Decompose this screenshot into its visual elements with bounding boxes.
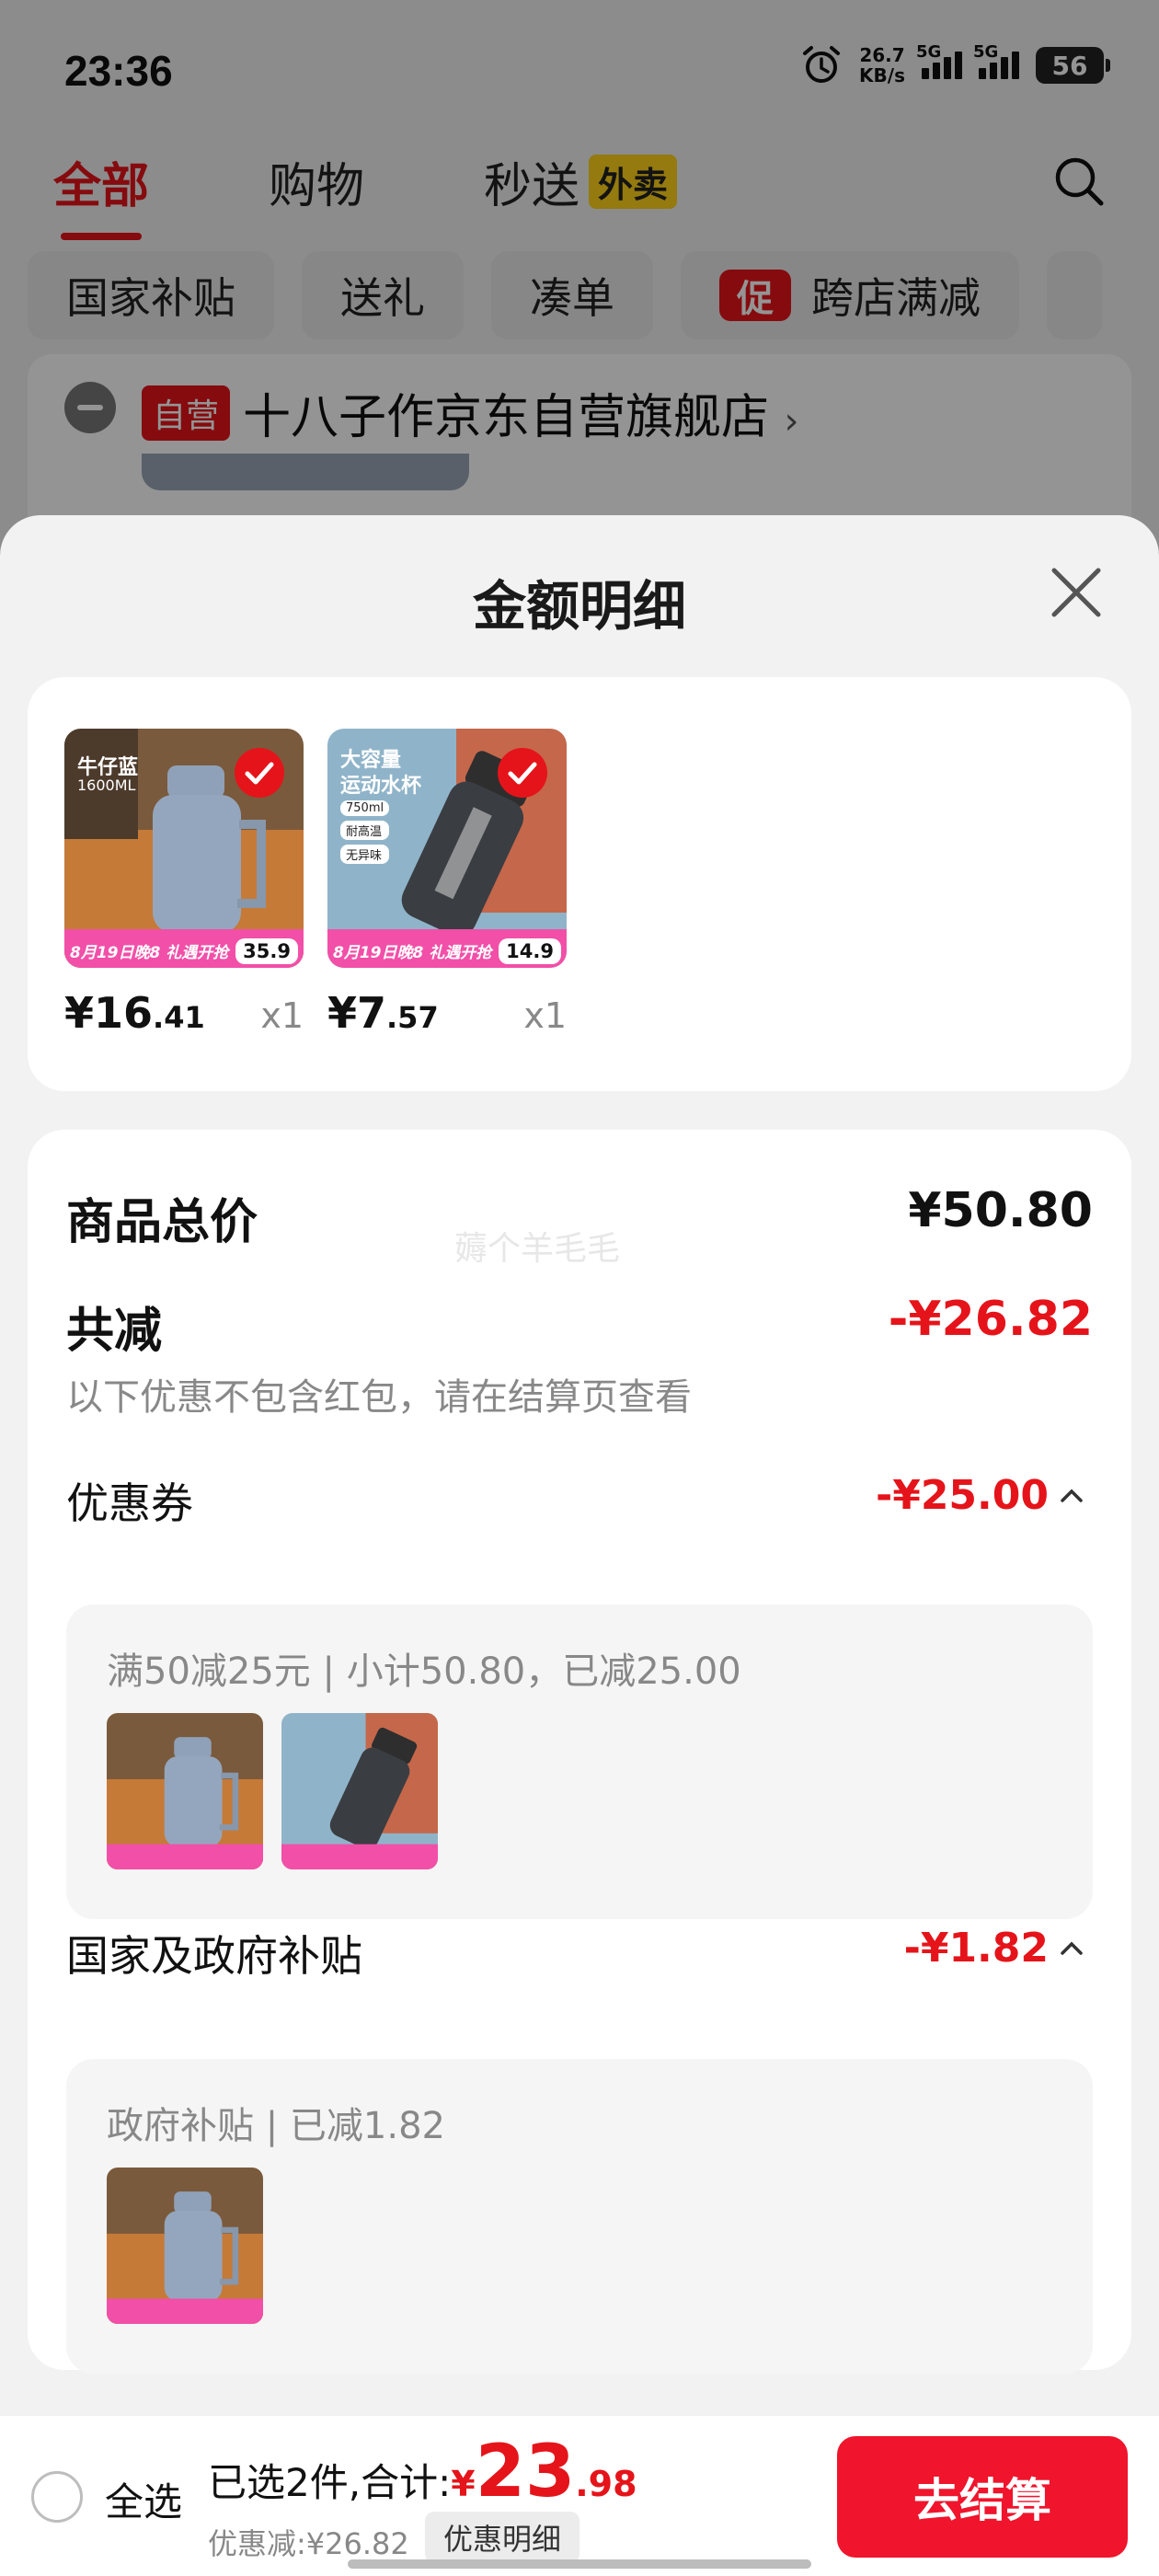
coupon-detail-box: 满50减25元 | 小计50.80，已减25.00 (66, 1604, 1093, 1919)
thermos-thumbnail (107, 2168, 263, 2324)
image-price-tag: 14.9 (499, 938, 561, 964)
item-price-dec: .41 (153, 1000, 205, 1035)
select-all-radio[interactable] (31, 2471, 83, 2523)
bottle-thumbnail (281, 1713, 438, 1869)
item-price: ¥16.41 (64, 988, 205, 1038)
item-price: ¥7.57 (327, 988, 439, 1038)
subsidy-value: -¥1.82 (903, 1925, 1049, 1972)
image-tags: 750ml 耐高温 无异味 (340, 800, 390, 864)
select-all-label[interactable]: 全选 (105, 2471, 182, 2527)
item-price-int: ¥16 (64, 988, 154, 1038)
item-price-int: ¥7 (327, 988, 387, 1038)
home-indicator[interactable] (348, 2559, 811, 2569)
coupon-detail-text: 满50减25元 | 小计50.80，已减25.00 (107, 1650, 741, 1693)
amount-detail-sheet: 金额明细 牛仔蓝 1600ML 8月19日晚8 礼遇开抢 35.9 ¥16.41… (0, 515, 1159, 2576)
total-amount-int: 23 (475, 2431, 576, 2513)
total-amount-dec: .98 (575, 2464, 637, 2504)
coupon-product-thumbnail (107, 1713, 263, 1869)
image-tag: 750ml (340, 800, 390, 816)
order-summary: 已选2件,合计: ¥ 23 .98 (208, 2436, 637, 2508)
discount-summary: 优惠减:¥26.82 (208, 2526, 409, 2561)
summary-prefix: 已选2件,合计: (208, 2460, 452, 2505)
total-price-label: 商品总价 (66, 1195, 258, 1250)
total-reduction-label: 共减 (66, 1304, 163, 1359)
image-caption-2: 运动水杯 (340, 775, 422, 798)
chevron-up-icon (1061, 1489, 1083, 1502)
close-icon[interactable] (1047, 563, 1106, 622)
image-price-tag: 35.9 (235, 938, 298, 964)
sheet-title: 金额明细 (472, 575, 686, 638)
selected-item[interactable]: 大容量 运动水杯 750ml 耐高温 无异味 8月19日晚8 礼遇开抢 14.9… (327, 729, 567, 1038)
chevron-up-icon (1061, 1941, 1083, 1955)
image-tag: 无异味 (340, 845, 390, 864)
price-breakdown-card: 商品总价 ¥50.80 薅个羊毛毛 共减 -¥26.82 以下优惠不包含红包，请… (28, 1130, 1131, 2374)
coupon-toggle[interactable]: -¥25.00 (876, 1472, 1084, 1519)
item-price-row: ¥7.57 x1 (327, 988, 567, 1038)
checkout-bar: 全选 已选2件,合计: ¥ 23 .98 优惠减:¥26.82 优惠明细 去结算 (0, 2416, 1159, 2576)
coupon-value: -¥25.00 (875, 1472, 1049, 1519)
image-tag: 耐高温 (340, 821, 390, 840)
subsidy-detail-box: 政府补贴 | 已减1.82 (66, 2059, 1093, 2374)
coupon-label: 优惠券 (66, 1478, 193, 1528)
subsidy-detail-text: 政府补贴 | 已减1.82 (107, 2105, 445, 2147)
subsidy-label: 国家及政府补贴 (66, 1931, 362, 1981)
subsidy-toggle[interactable]: -¥1.82 (904, 1925, 1084, 1972)
discount-detail-button[interactable]: 优惠明细 (425, 2512, 580, 2563)
watermark: 薅个羊毛毛 (454, 1230, 621, 1268)
total-price-value: ¥50.80 (908, 1183, 1093, 1238)
total-currency: ¥ (451, 2464, 476, 2504)
image-banner: 8月19日晚8 礼遇开抢 (333, 944, 492, 962)
product-image-water-bottle: 大容量 运动水杯 750ml 耐高温 无异味 8月19日晚8 礼遇开抢 14.9 (327, 729, 567, 968)
item-price-row: ¥16.41 x1 (64, 988, 304, 1038)
image-caption-sub: 1600ML (77, 776, 136, 794)
selected-items-card: 牛仔蓝 1600ML 8月19日晚8 礼遇开抢 35.9 ¥16.41 x1 大… (28, 677, 1131, 1091)
coupon-product-thumbnail (281, 1713, 438, 1869)
item-quantity: x1 (523, 995, 567, 1036)
subsidy-product-thumbnail (107, 2168, 263, 2324)
item-quantity: x1 (260, 995, 304, 1036)
checked-icon[interactable] (234, 747, 285, 799)
reduction-note: 以下优惠不包含红包，请在结算页查看 (66, 1376, 692, 1419)
total-reduction-value: -¥26.82 (888, 1292, 1093, 1347)
product-image-thermos: 牛仔蓝 1600ML 8月19日晚8 礼遇开抢 35.9 (64, 729, 304, 968)
selected-item[interactable]: 牛仔蓝 1600ML 8月19日晚8 礼遇开抢 35.9 ¥16.41 x1 (64, 729, 304, 1038)
image-banner: 8月19日晚8 礼遇开抢 (70, 944, 229, 962)
checkout-button[interactable]: 去结算 (837, 2436, 1128, 2558)
item-price-dec: .57 (386, 1000, 439, 1035)
thermos-thumbnail (107, 1713, 263, 1869)
checked-icon[interactable] (497, 747, 548, 799)
